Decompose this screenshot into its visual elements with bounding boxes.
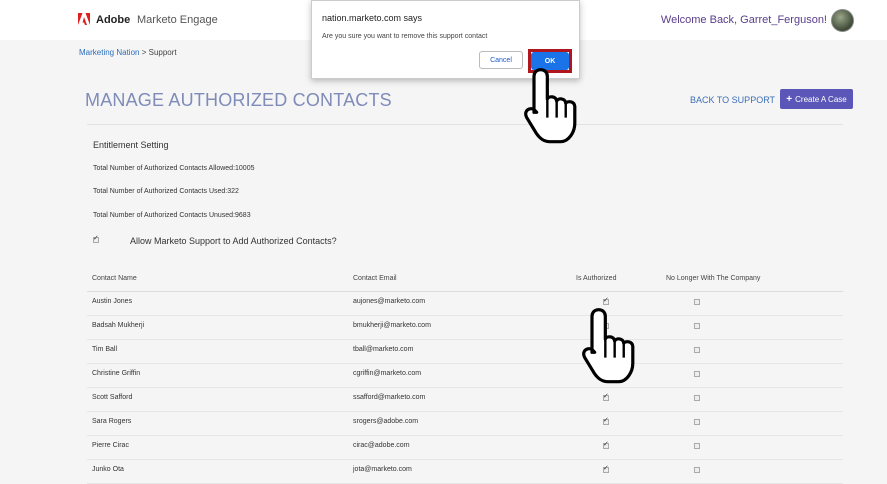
create-case-label: Create A Case (795, 94, 847, 104)
no-longer-with-company-checkbox[interactable] (694, 299, 700, 305)
used-count: Total Number of Authorized Contacts Used… (93, 188, 239, 195)
allow-support-label: Allow Marketo Support to Add Authorized … (130, 236, 337, 246)
contacts-table: Contact Name Contact Email Is Authorized… (87, 270, 843, 484)
header-contact-name: Contact Name (92, 275, 137, 282)
unused-count: Total Number of Authorized Contacts Unus… (93, 212, 251, 219)
table-row: Junko Ota jota@marketo.com (87, 460, 843, 484)
contact-email: jota@marketo.com (353, 466, 412, 473)
is-authorized-checkbox[interactable] (603, 464, 609, 473)
contact-name: Pierre Cirac (92, 442, 129, 449)
dialog-title: nation.marketo.com says (322, 13, 423, 23)
divider (87, 124, 843, 125)
no-longer-with-company-checkbox[interactable] (694, 467, 700, 473)
adobe-logo-icon (78, 13, 90, 25)
hand-pointer-icon (582, 308, 635, 384)
is-authorized-checkbox[interactable] (603, 392, 609, 401)
no-longer-with-company-checkbox[interactable] (694, 443, 700, 449)
no-longer-with-company-checkbox[interactable] (694, 419, 700, 425)
is-authorized-checkbox[interactable] (603, 416, 609, 425)
contact-name: Badsah Mukherji (92, 322, 145, 329)
avatar[interactable] (831, 9, 854, 32)
breadcrumb-current: Support (148, 48, 177, 57)
entitlement-title: Entitlement Setting (93, 140, 169, 150)
contact-name: Scott Safford (92, 394, 133, 401)
is-authorized-checkbox[interactable] (603, 296, 609, 305)
contact-email: srogers@adobe.com (353, 418, 419, 425)
header-is-authorized: Is Authorized (576, 275, 617, 282)
breadcrumb: Marketing Nation > Support (79, 48, 177, 57)
is-authorized-checkbox[interactable] (603, 440, 609, 449)
welcome-link[interactable]: Welcome Back, Garret_Ferguson! (661, 14, 827, 26)
contact-name: Sara Rogers (92, 418, 132, 425)
contact-email: cgriffin@marketo.com (353, 370, 422, 377)
table-row: Badsah Mukherji bmukherji@marketo.com (87, 316, 843, 340)
breadcrumb-marketing-nation[interactable]: Marketing Nation (79, 48, 139, 57)
contact-name: Christine Griffin (92, 370, 141, 377)
table-header: Contact Name Contact Email Is Authorized… (87, 270, 843, 292)
table-row: Austin Jones aujones@marketo.com (87, 292, 843, 316)
plus-icon: + (786, 93, 793, 105)
contact-email: aujones@marketo.com (353, 298, 426, 305)
create-case-button[interactable]: + Create A Case (780, 89, 853, 109)
no-longer-with-company-checkbox[interactable] (694, 395, 700, 401)
contact-name: Junko Ota (92, 466, 124, 473)
table-row: Scott Safford ssafford@marketo.com (87, 388, 843, 412)
hand-pointer-icon (524, 68, 577, 144)
header-contact-email: Contact Email (353, 275, 397, 282)
header-no-longer: No Longer With The Company (666, 275, 761, 282)
dialog-message: Are you sure you want to remove this sup… (322, 33, 488, 40)
back-to-support-link[interactable]: BACK TO SUPPORT (690, 95, 775, 105)
page-title: MANAGE AUTHORIZED CONTACTS (85, 90, 392, 110)
cancel-button[interactable]: Cancel (479, 51, 523, 69)
contact-email: bmukherji@marketo.com (353, 322, 431, 329)
brand-name: Adobe (96, 14, 131, 26)
allow-support-checkbox[interactable] (93, 234, 99, 243)
breadcrumb-separator: > (141, 48, 147, 57)
no-longer-with-company-checkbox[interactable] (694, 323, 700, 329)
no-longer-with-company-checkbox[interactable] (694, 347, 700, 353)
table-row: Tim Ball tball@marketo.com (87, 340, 843, 364)
allowed-count: Total Number of Authorized Contacts Allo… (93, 165, 255, 172)
contact-email: ssafford@marketo.com (353, 394, 426, 401)
product-name: Marketo Engage (137, 14, 218, 26)
contact-name: Austin Jones (92, 298, 133, 305)
table-row: Sara Rogers srogers@adobe.com (87, 412, 843, 436)
table-row: Christine Griffin cgriffin@marketo.com (87, 364, 843, 388)
table-body: Austin Jones aujones@marketo.com Badsah Mu… (87, 292, 843, 484)
contact-email: tball@marketo.com (353, 346, 414, 353)
table-row: Pierre Cirac cirac@adobe.com (87, 436, 843, 460)
contact-name: Tim Ball (92, 346, 118, 353)
no-longer-with-company-checkbox[interactable] (694, 371, 700, 377)
contact-email: cirac@adobe.com (353, 442, 410, 449)
